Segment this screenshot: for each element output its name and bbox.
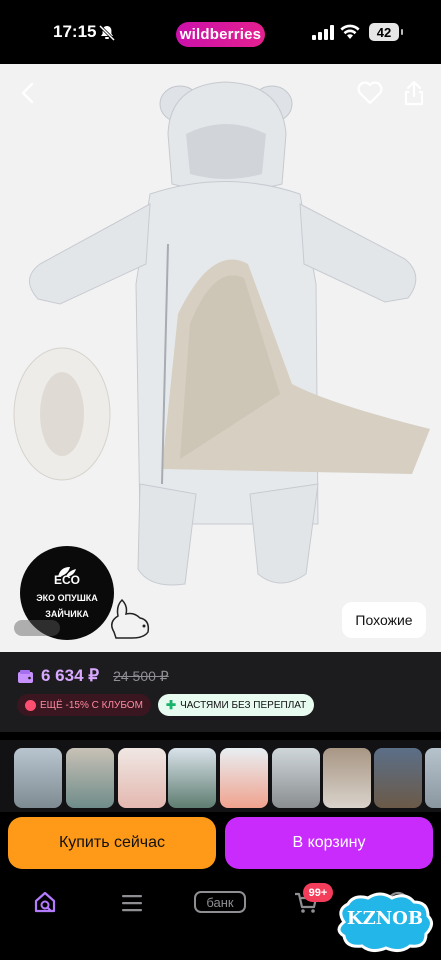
installments-label: ЧАСТЯМИ БЕЗ ПЕРЕПЛАТ	[180, 699, 307, 711]
battery-indicator: 42	[369, 23, 403, 41]
heart-icon	[357, 81, 383, 105]
variant-thumbnail[interactable]	[14, 748, 62, 808]
nav-home[interactable]	[26, 886, 66, 920]
wifi-icon	[340, 24, 360, 39]
variant-thumbnails	[0, 740, 441, 812]
back-icon	[21, 82, 34, 104]
wallet-icon	[18, 669, 33, 683]
variant-thumbnail[interactable]	[272, 748, 320, 808]
eco-text-line1: ЭКО ОПУШКА	[36, 593, 98, 603]
bell-mute-icon	[98, 24, 116, 42]
variant-thumbnail[interactable]	[118, 748, 166, 808]
search-home-icon	[34, 891, 56, 913]
installments-icon: ✚	[166, 698, 177, 712]
installments-tag[interactable]: ✚ ЧАСТЯМИ БЕЗ ПЕРЕПЛАТ	[158, 694, 315, 716]
buy-now-button[interactable]: Купить сейчас	[8, 817, 216, 869]
brand-pill: wildberries	[176, 22, 265, 47]
favorite-button[interactable]	[353, 76, 387, 110]
back-button[interactable]	[10, 76, 44, 110]
similar-button[interactable]: Похожие	[342, 602, 426, 638]
price-section: 6 634 ₽ 24 500 ₽ ЕЩЁ -15% С КЛУБОМ ✚ ЧАС…	[0, 652, 441, 732]
nav-bank[interactable]: банк	[194, 891, 246, 913]
price-old: 24 500 ₽	[113, 667, 169, 684]
add-to-cart-button[interactable]: В корзину	[225, 817, 433, 869]
image-pager	[14, 620, 60, 636]
club-discount-tag[interactable]: ЕЩЁ -15% С КЛУБОМ	[17, 694, 151, 716]
product-image[interactable]: ECO ЭКО ОПУШКА ЗАЙЧИКА Похожие	[0, 64, 441, 652]
variant-thumbnail[interactable]	[323, 748, 371, 808]
club-icon	[25, 699, 36, 711]
share-button[interactable]	[397, 76, 431, 110]
cart-badge: 99+	[303, 883, 333, 902]
variant-thumbnail[interactable]	[66, 748, 114, 808]
eco-text-line2: ЗАЙЧИКА	[45, 609, 89, 619]
status-bar: 17:15 wildberries 42	[0, 0, 441, 64]
variant-thumbnail[interactable]	[374, 748, 422, 808]
status-time: 17:15	[53, 22, 97, 41]
nav-catalog[interactable]	[112, 886, 152, 920]
bunny-icon	[111, 598, 150, 639]
variant-thumbnail[interactable]	[425, 748, 441, 808]
menu-icon	[122, 895, 142, 912]
kznob-watermark-text: KZNOB	[346, 908, 424, 929]
share-icon	[404, 80, 424, 106]
price-row: 6 634 ₽ 24 500 ₽	[18, 666, 169, 686]
variant-thumbnail[interactable]	[220, 748, 268, 808]
variant-thumbnail[interactable]	[168, 748, 216, 808]
club-discount-label: ЕЩЁ -15% С КЛУБОМ	[40, 699, 143, 711]
signal-icon	[312, 25, 334, 40]
price-current: 6 634 ₽	[41, 666, 100, 685]
eco-logo: ECO	[53, 573, 80, 587]
